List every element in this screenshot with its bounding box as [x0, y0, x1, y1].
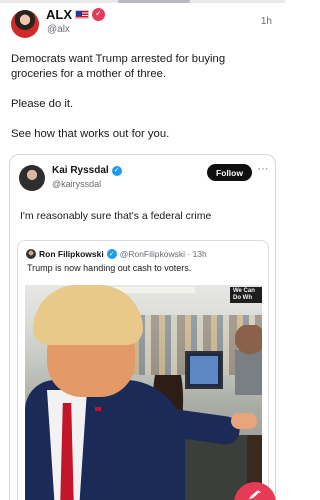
flag-pin: [95, 407, 101, 411]
scroll-thumb[interactable]: [118, 0, 190, 3]
embedded-post-card[interactable]: Kai Ryssdal ✓ @kairyssdal Follow ··· I'm…: [9, 154, 276, 500]
store-sign-line: Do Wh: [233, 295, 252, 301]
embedded-author-name-row: Kai Ryssdal ✓: [52, 165, 122, 176]
quoted-author-name[interactable]: Ron Filipkowski: [39, 249, 104, 259]
us-flag-icon: [75, 9, 89, 19]
author-name[interactable]: ALX: [46, 7, 72, 22]
man-hand: [231, 413, 257, 429]
quoted-post-meta: @RonFilipkowski · 13h: [119, 249, 207, 259]
store-sign: We Can Do Wh: [230, 287, 262, 303]
bystander: [235, 325, 262, 395]
quoted-author-avatar[interactable]: [26, 249, 36, 259]
store-sign-line: We Can: [233, 288, 255, 294]
post-paragraph: Please do it.: [11, 98, 74, 110]
post-body: Democrats want Trump arrested for buying…: [11, 52, 273, 157]
verified-check-icon: ✓: [92, 7, 105, 21]
quoted-post-photo[interactable]: We Can Do Wh: [25, 285, 262, 500]
quoted-post-text: Trump is now handing out cash to voters.: [27, 263, 192, 273]
embedded-author-handle: @kairyssdal: [52, 179, 102, 189]
post-paragraph: Democrats want Trump arrested for buying…: [11, 53, 229, 80]
author-name-row: ALX ✓: [46, 6, 105, 22]
post-paragraph: See how that works out for you.: [11, 128, 170, 140]
top-scroll-indicator: [0, 0, 285, 3]
compose-icon: [249, 490, 261, 499]
quoted-post[interactable]: Ron Filipkowski ✓ @RonFilipkowski · 13h …: [17, 240, 269, 500]
author-avatar[interactable]: [11, 10, 39, 38]
man-hair: [33, 285, 143, 345]
embedded-author-name[interactable]: Kai Ryssdal: [52, 165, 109, 176]
embedded-post-text: I'm reasonably sure that's a federal cri…: [20, 210, 212, 222]
follow-button[interactable]: Follow: [207, 164, 252, 181]
verified-badge-icon: ✓: [106, 249, 117, 259]
post-timestamp: 1h: [260, 16, 272, 27]
more-icon[interactable]: ···: [256, 163, 270, 177]
quoted-post-header: Ron Filipkowski ✓ @RonFilipkowski · 13h: [26, 249, 207, 259]
verified-badge-icon: ✓: [111, 165, 122, 176]
author-handle: @alx: [47, 24, 70, 35]
embedded-author-avatar[interactable]: [19, 165, 45, 191]
